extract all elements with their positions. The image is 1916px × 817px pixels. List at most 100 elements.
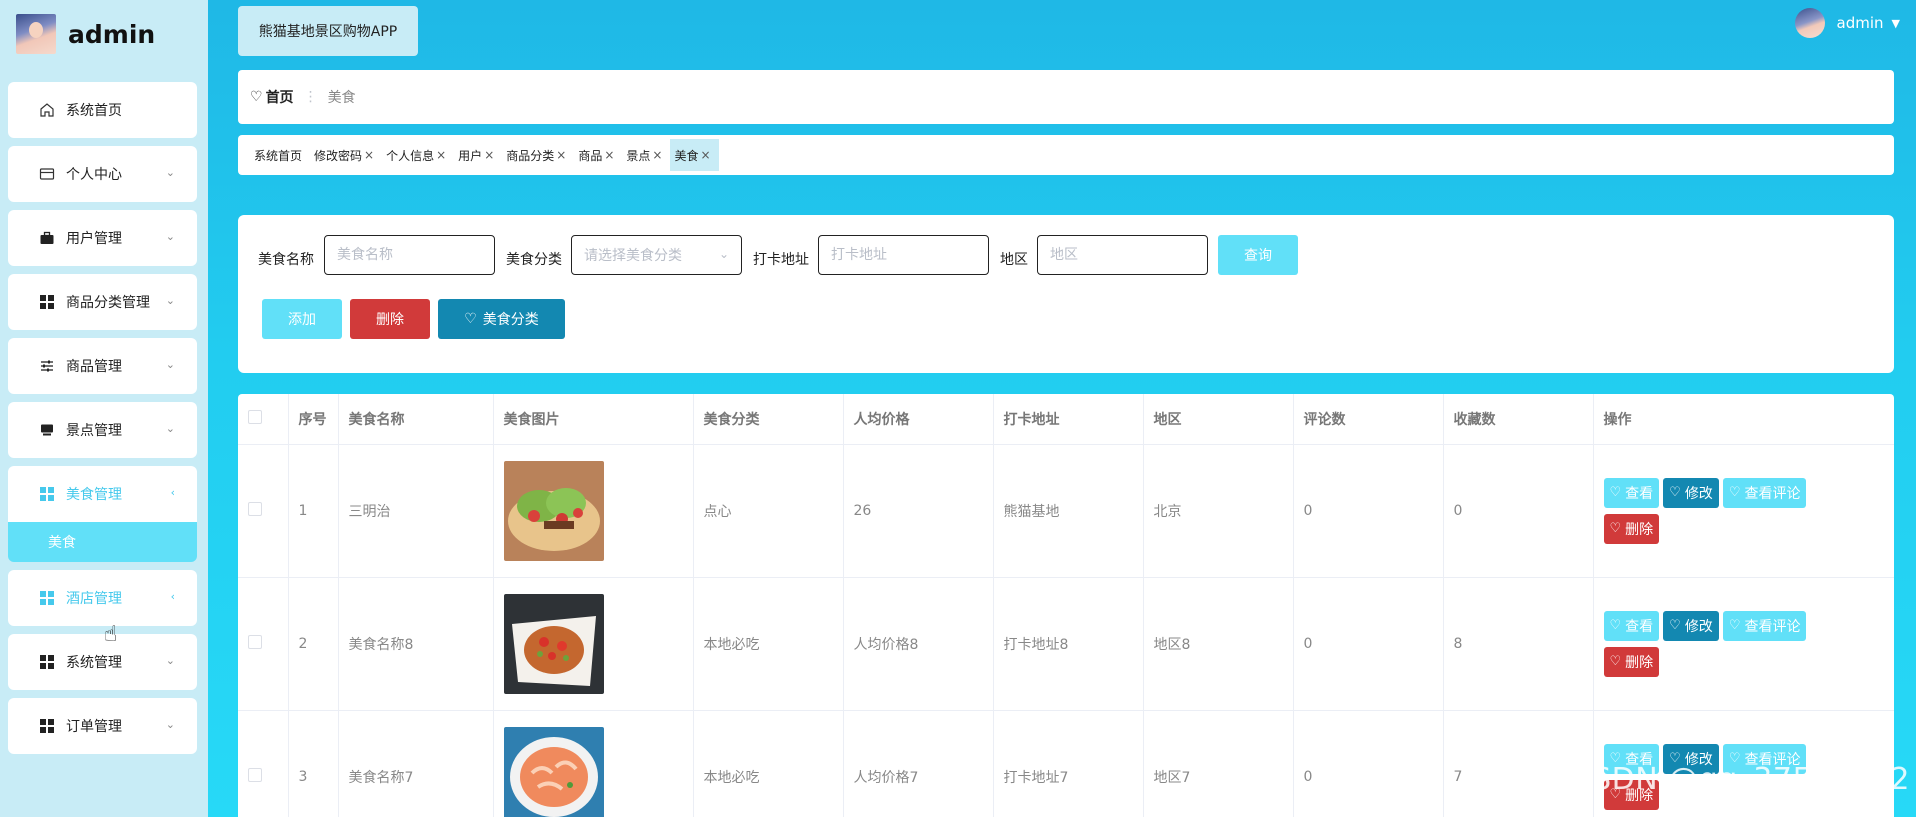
chevron-down-icon: ⌄ — [165, 358, 175, 371]
tab-product-category[interactable]: 商品分类 × — [502, 139, 574, 171]
food-category-select[interactable]: 请选择美食分类 ⌄ — [571, 235, 742, 275]
search-panel: 美食名称 美食分类 请选择美食分类 ⌄ 打卡地址 地区 查询 添加 删除 ♡ 美… — [238, 215, 1894, 373]
sidebar-item-orders[interactable]: 订单管理 ⌄ — [8, 698, 197, 754]
sidebar-item-label: 系统管理 — [66, 655, 122, 671]
row-checkbox[interactable] — [248, 767, 262, 782]
heart-icon: ♡ — [1609, 618, 1622, 633]
tab-personal-info[interactable]: 个人信息 × — [382, 139, 454, 171]
sidebar-item-products[interactable]: 商品管理 ⌄ — [8, 338, 197, 394]
food-category-button[interactable]: ♡ 美食分类 — [438, 299, 565, 339]
close-icon[interactable]: × — [604, 148, 614, 162]
sidebar-item-label: 用户管理 — [66, 231, 122, 247]
sidebar-item-personal[interactable]: 个人中心 ⌄ — [8, 146, 197, 202]
heart-icon: ♡ — [1728, 618, 1741, 633]
breadcrumb-current: 美食 — [327, 90, 356, 106]
region-cell: 地区7 — [1143, 710, 1294, 817]
grid-icon — [38, 653, 56, 671]
breadcrumb-separator: ⋮ — [303, 89, 318, 105]
user-menu[interactable]: admin ▼ — [1794, 8, 1900, 38]
table-header-row: 序号 美食名称 美食图片 美食分类 人均价格 打卡地址 地区 评论数 收藏数 操… — [238, 394, 1894, 445]
app-title-button[interactable]: 熊猫基地景区购物APP — [238, 6, 418, 56]
grid-icon — [38, 589, 56, 607]
view-button[interactable]: ♡ 查看 — [1603, 610, 1660, 641]
edit-button[interactable]: ♡ 修改 — [1663, 477, 1719, 508]
address-cell: 打卡地址7 — [993, 710, 1144, 817]
view-reviews-button[interactable]: ♡ 查看评论 — [1722, 610, 1807, 641]
select-all-checkbox[interactable] — [248, 409, 262, 424]
row-delete-button[interactable]: ♡ 删除 — [1603, 513, 1660, 544]
close-icon[interactable]: × — [484, 148, 494, 162]
sidebar-item-label: 美食管理 — [66, 487, 122, 503]
row-checkbox[interactable] — [248, 634, 262, 649]
food-table: 序号 美食名称 美食图片 美食分类 人均价格 打卡地址 地区 评论数 收藏数 操… — [238, 394, 1894, 817]
ops-cell: ♡ 查看 ♡ 修改 ♡ 查看评论 ♡ 删除 — [1593, 444, 1894, 578]
food-photo[interactable] — [503, 460, 604, 561]
tab-users[interactable]: 用户 × — [454, 139, 502, 171]
sidebar-item-product-category[interactable]: 商品分类管理 ⌄ — [8, 274, 197, 330]
ops-cell: ♡ 查看 ♡ 修改 ♡ 查看评论 ♡ 删除 — [1593, 577, 1894, 711]
tab-food[interactable]: 美食 × — [670, 139, 719, 171]
column-header: 美食名称 — [338, 394, 494, 445]
edit-button[interactable]: ♡ 修改 — [1663, 610, 1719, 641]
view-button[interactable]: ♡ 查看 — [1603, 477, 1660, 508]
sidebar-subitem-food[interactable]: 美食 — [8, 522, 197, 562]
tab-label: 美食 — [674, 148, 699, 163]
delete-button[interactable]: 删除 — [350, 299, 430, 339]
index-cell: 3 — [288, 710, 339, 817]
food-photo[interactable] — [503, 726, 604, 817]
edit-label: 修改 — [1684, 618, 1713, 635]
add-button[interactable]: 添加 — [262, 299, 342, 339]
name-cell: 美食名称8 — [338, 577, 494, 711]
review-label: 查看评论 — [1744, 485, 1801, 502]
sidebar-item-users[interactable]: 用户管理 ⌄ — [8, 210, 197, 266]
close-icon[interactable]: × — [436, 148, 446, 162]
brand-avatar — [16, 14, 56, 54]
sidebar-item-label: 系统首页 — [66, 103, 122, 119]
chevron-down-icon: ⌄ — [165, 718, 175, 731]
tab-products[interactable]: 商品 × — [574, 139, 622, 171]
food-name-input[interactable] — [324, 235, 495, 275]
region-input[interactable] — [1037, 235, 1208, 275]
heart-icon: ♡ — [250, 89, 263, 105]
close-icon[interactable]: × — [701, 148, 711, 162]
brand-title: admin — [68, 19, 156, 49]
grid-icon — [38, 293, 56, 311]
close-icon[interactable]: × — [556, 148, 566, 162]
row-checkbox[interactable] — [248, 501, 262, 516]
breadcrumb-home[interactable]: ♡ 首页 — [250, 87, 294, 107]
column-header: 人均价格 — [843, 394, 994, 445]
tab-home[interactable]: 系统首页 — [250, 139, 310, 171]
heart-icon: ♡ — [1669, 618, 1681, 633]
watermark: CSDN @qq_37527982 — [1570, 762, 1910, 797]
tab-label: 系统首页 — [254, 148, 303, 163]
briefcase-icon — [38, 229, 56, 247]
breadcrumb-home-label: 首页 — [265, 90, 294, 106]
region-cell: 北京 — [1143, 444, 1294, 578]
sidebar-item-system[interactable]: 系统管理 ⌄ — [8, 634, 197, 690]
sidebar-item-hotel[interactable]: 酒店管理 ‹ — [8, 570, 197, 626]
chevron-down-icon: ⌄ — [165, 230, 175, 243]
sidebar-item-attractions[interactable]: 景点管理 ⌄ — [8, 402, 197, 458]
chevron-down-icon: ⌄ — [718, 247, 729, 261]
image-cell — [493, 577, 694, 711]
query-button[interactable]: 查询 — [1218, 235, 1298, 275]
price-cell: 人均价格7 — [843, 710, 994, 817]
category-cell: 本地必吃 — [693, 710, 844, 817]
food-photo[interactable] — [503, 593, 604, 694]
sidebar-item-home[interactable]: 系统首页 — [8, 82, 197, 138]
sidebar-item-food[interactable]: 美食管理 ‹ — [8, 466, 197, 522]
delete-label: 删除 — [1625, 654, 1654, 671]
tab-change-password[interactable]: 修改密码 × — [310, 139, 382, 171]
monitor-icon — [38, 421, 56, 439]
name-cell: 美食名称7 — [338, 710, 494, 817]
view-reviews-button[interactable]: ♡ 查看评论 — [1722, 477, 1807, 508]
chevron-down-icon: ⌄ — [165, 294, 175, 307]
close-icon[interactable]: × — [364, 148, 374, 162]
address-input[interactable] — [818, 235, 989, 275]
favorites-cell: 8 — [1443, 577, 1594, 711]
close-icon[interactable]: × — [652, 148, 662, 162]
tab-attractions[interactable]: 景点 × — [622, 139, 670, 171]
category-cell: 点心 — [693, 444, 844, 578]
tab-label: 商品分类 — [506, 148, 555, 163]
row-delete-button[interactable]: ♡ 删除 — [1603, 646, 1660, 677]
